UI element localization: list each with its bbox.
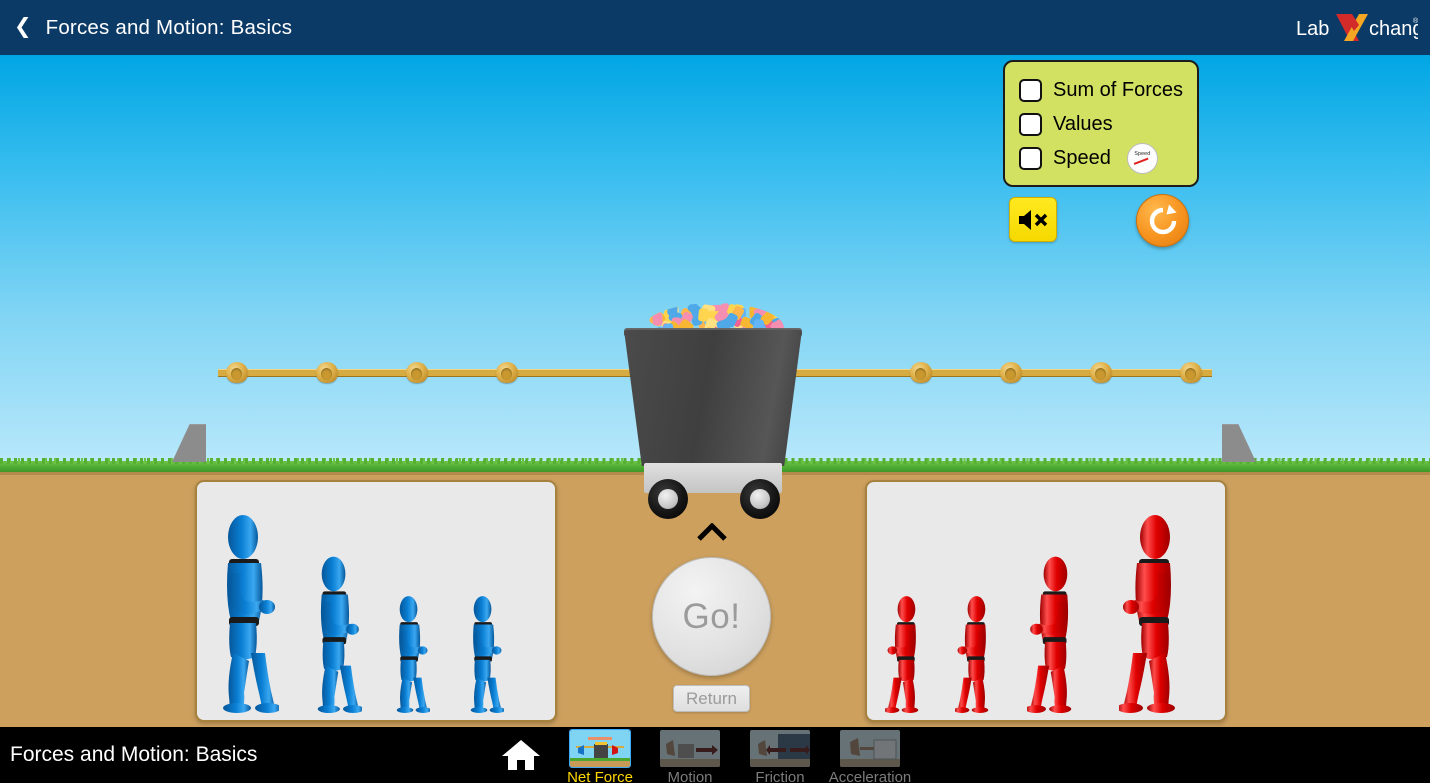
blue-puller-large[interactable]	[217, 513, 279, 713]
return-button[interactable]: Return	[673, 685, 750, 712]
blue-puller-medium[interactable]	[313, 555, 362, 713]
tab-label: Net Force	[567, 769, 633, 783]
blue-pullers-panel	[195, 480, 557, 722]
red-puller-large[interactable]	[1119, 513, 1181, 713]
checkbox-box-speed[interactable]	[1019, 146, 1042, 170]
back-button[interactable]: ❮ Forces and Motion: Basics	[0, 0, 292, 55]
tab-friction[interactable]: Friction	[746, 727, 814, 783]
friction-thumbnail	[750, 730, 810, 767]
tabs-holder: Net Force Motion Friction Acceleration	[566, 727, 911, 783]
speedometer-needle	[1133, 157, 1149, 165]
rope-knot[interactable]	[496, 362, 518, 383]
cart-wheel-left	[648, 479, 688, 519]
checkbox-label-values: Values	[1053, 112, 1113, 135]
phet-navigation-bar: Forces and Motion: Basics Net Force Moti…	[0, 727, 1430, 783]
cart-body	[624, 330, 802, 466]
red-puller-small[interactable]	[885, 595, 922, 713]
caret-up-icon	[697, 522, 727, 541]
reset-circular-arrow-icon	[1149, 204, 1176, 234]
rope-knot[interactable]	[1180, 362, 1202, 383]
checkbox-label-sum-of-forces: Sum of Forces	[1053, 78, 1184, 101]
tab-motion[interactable]: Motion	[656, 727, 724, 783]
cart-wheel-right	[740, 479, 780, 519]
blue-puller-small[interactable]	[393, 595, 430, 713]
rope-knot[interactable]	[226, 362, 248, 383]
tab-acceleration[interactable]: Acceleration	[829, 727, 911, 783]
blue-puller-small[interactable]	[467, 595, 504, 713]
return-button-label: Return	[685, 688, 738, 708]
sim-title: Forces and Motion: Basics	[10, 743, 258, 766]
red-puller-small[interactable]	[955, 595, 992, 713]
simulation-stage: Sum of Forces Values Speed Speed Go! Ret…	[0, 55, 1430, 727]
checkbox-box-sum-of-forces[interactable]	[1019, 78, 1042, 102]
motion-thumbnail	[660, 730, 720, 767]
tab-label: Friction	[755, 769, 805, 783]
svg-text:®: ®	[1413, 17, 1418, 25]
checkbox-label-speed: Speed	[1053, 146, 1111, 169]
speaker-mute-icon	[1019, 209, 1048, 230]
tab-label: Acceleration	[828, 769, 912, 783]
checkbox-box-values[interactable]	[1019, 112, 1042, 136]
acceleration-thumbnail	[840, 730, 900, 767]
cargo-block	[698, 307, 710, 322]
red-puller-medium[interactable]	[1027, 555, 1076, 713]
go-button[interactable]: Go!	[652, 557, 771, 676]
rope-knot[interactable]	[910, 362, 932, 383]
cargo-block	[651, 311, 663, 326]
rope-knot[interactable]	[1000, 362, 1022, 383]
home-icon	[502, 740, 540, 770]
rope-knot[interactable]	[316, 362, 338, 383]
labxchange-top-bar: ❮ Forces and Motion: Basics Lab change ®	[0, 0, 1430, 55]
cart	[618, 303, 808, 525]
reset-all-button[interactable]	[1136, 194, 1189, 247]
checkbox-sum-of-forces[interactable]: Sum of Forces	[1019, 73, 1197, 107]
net-force-thumbnail	[569, 729, 631, 768]
svg-text:Lab: Lab	[1296, 18, 1329, 40]
go-button-label: Go!	[682, 596, 741, 636]
checkbox-speed[interactable]: Speed Speed	[1019, 141, 1197, 175]
checkbox-values[interactable]: Values	[1019, 107, 1197, 141]
red-pullers-panel	[865, 480, 1227, 722]
simulation-app: ❮ Forces and Motion: Basics Lab change ®	[0, 0, 1430, 783]
rope-knot[interactable]	[406, 362, 428, 383]
page-title: Forces and Motion: Basics	[45, 15, 293, 39]
rope-knot[interactable]	[1090, 362, 1112, 383]
speedometer-label: Speed	[1134, 150, 1151, 157]
svg-text:change: change	[1369, 18, 1418, 40]
home-button[interactable]	[498, 727, 544, 783]
mute-sound-button[interactable]	[1009, 197, 1057, 242]
visibility-control-panel: Sum of Forces Values Speed Speed	[1003, 60, 1199, 187]
speedometer-icon: Speed	[1126, 142, 1158, 174]
tab-net-force[interactable]: Net Force	[566, 727, 634, 783]
tab-label: Motion	[667, 769, 713, 783]
screen-tabs: Net Force Motion Friction Acceleration	[498, 727, 911, 783]
labxchange-logo[interactable]: Lab change ®	[1296, 9, 1418, 47]
chevron-left-icon: ❮	[14, 15, 32, 38]
